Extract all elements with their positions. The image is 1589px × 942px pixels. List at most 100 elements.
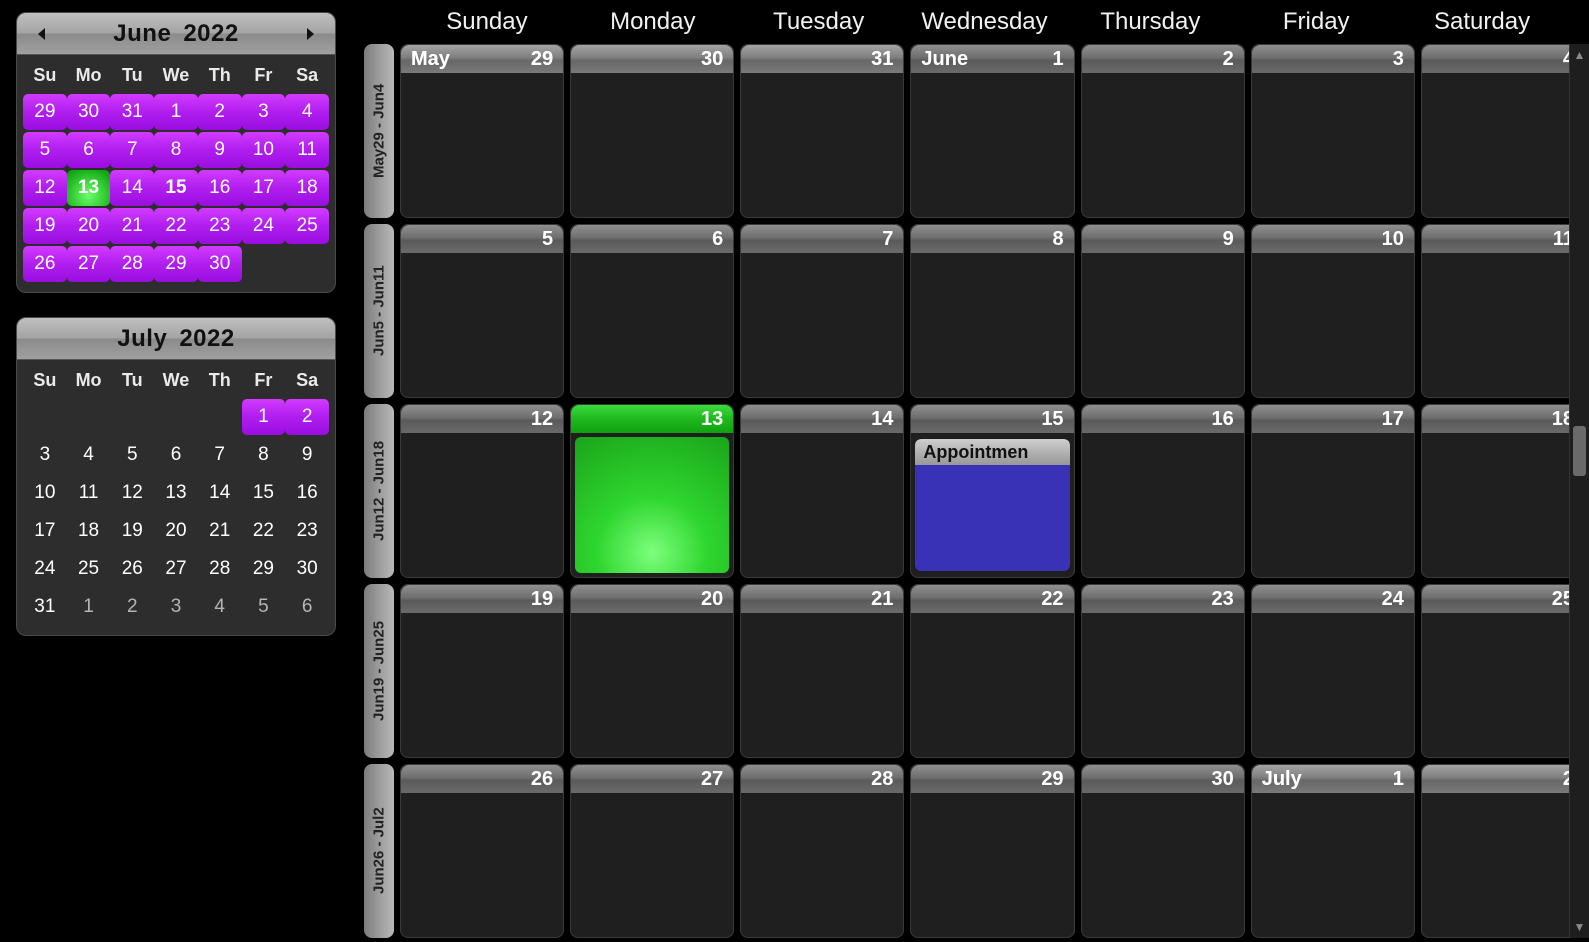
mini-day[interactable]: 4 bbox=[198, 589, 242, 625]
mini-day[interactable]: 13 bbox=[154, 475, 198, 511]
mini-day[interactable]: 8 bbox=[154, 132, 198, 168]
mini-day[interactable]: 6 bbox=[154, 437, 198, 473]
day-cell[interactable]: 27 bbox=[570, 764, 734, 938]
mini-day[interactable]: 30 bbox=[67, 94, 111, 130]
day-cell[interactable]: 11 bbox=[1421, 224, 1585, 398]
mini-day[interactable]: 28 bbox=[198, 551, 242, 587]
week-range-tab[interactable]: Jun5 - Jun11 bbox=[364, 224, 394, 398]
mini-day[interactable]: 10 bbox=[23, 475, 67, 511]
day-cell[interactable]: 15Appointmen bbox=[910, 404, 1074, 578]
next-month-button[interactable] bbox=[289, 13, 331, 54]
day-cell[interactable]: 2 bbox=[1081, 44, 1245, 218]
day-cell[interactable]: 25 bbox=[1421, 584, 1585, 758]
day-cell[interactable]: 22 bbox=[910, 584, 1074, 758]
day-cell[interactable]: 30 bbox=[1081, 764, 1245, 938]
day-cell[interactable]: 5 bbox=[400, 224, 564, 398]
mini-day[interactable]: 1 bbox=[154, 94, 198, 130]
week-range-tab[interactable]: May29 - Jun4 bbox=[364, 44, 394, 218]
mini-day[interactable]: 8 bbox=[242, 437, 286, 473]
mini-day[interactable]: 2 bbox=[198, 94, 242, 130]
mini-day[interactable]: 4 bbox=[285, 94, 329, 130]
day-cell[interactable]: June1 bbox=[910, 44, 1074, 218]
mini-day[interactable]: 24 bbox=[23, 551, 67, 587]
mini-day[interactable]: 26 bbox=[110, 551, 154, 587]
day-cell[interactable]: 21 bbox=[740, 584, 904, 758]
mini-day[interactable]: 19 bbox=[110, 513, 154, 549]
mini-day[interactable]: 1 bbox=[242, 399, 286, 435]
day-cell[interactable]: May29 bbox=[400, 44, 564, 218]
mini-day[interactable]: 20 bbox=[67, 208, 111, 244]
day-cell[interactable]: 17 bbox=[1251, 404, 1415, 578]
day-cell[interactable]: 12 bbox=[400, 404, 564, 578]
week-range-tab[interactable]: Jun19 - Jun25 bbox=[364, 584, 394, 758]
mini-day[interactable]: 21 bbox=[110, 208, 154, 244]
mini-day[interactable]: 5 bbox=[242, 589, 286, 625]
mini-day[interactable]: 9 bbox=[198, 132, 242, 168]
mini-day[interactable]: 14 bbox=[198, 475, 242, 511]
mini-day[interactable]: 2 bbox=[285, 399, 329, 435]
day-cell[interactable]: 2 bbox=[1421, 764, 1585, 938]
day-cell[interactable]: 7 bbox=[740, 224, 904, 398]
mini-day[interactable]: 16 bbox=[198, 170, 242, 206]
mini-day[interactable]: 12 bbox=[110, 475, 154, 511]
day-cell[interactable]: 6 bbox=[570, 224, 734, 398]
mini-day[interactable]: 15 bbox=[154, 170, 198, 206]
day-cell[interactable]: 8 bbox=[910, 224, 1074, 398]
day-cell[interactable]: 24 bbox=[1251, 584, 1415, 758]
week-range-tab[interactable]: Jun12 - Jun18 bbox=[364, 404, 394, 578]
mini-day[interactable]: 3 bbox=[242, 94, 286, 130]
day-cell[interactable]: 23 bbox=[1081, 584, 1245, 758]
mini-day[interactable]: 4 bbox=[67, 437, 111, 473]
mini-day[interactable]: 11 bbox=[67, 475, 111, 511]
mini-day[interactable]: 20 bbox=[154, 513, 198, 549]
vertical-scrollbar[interactable]: ▲▼ bbox=[1569, 44, 1589, 938]
mini-day[interactable]: 26 bbox=[23, 246, 67, 282]
mini-day[interactable]: 31 bbox=[110, 94, 154, 130]
mini-day[interactable]: 9 bbox=[285, 437, 329, 473]
mini-day[interactable]: 25 bbox=[67, 551, 111, 587]
mini-day[interactable]: 16 bbox=[285, 475, 329, 511]
mini-day[interactable]: 3 bbox=[154, 589, 198, 625]
appointment[interactable]: Appointmen bbox=[915, 439, 1069, 571]
day-cell[interactable]: 14 bbox=[740, 404, 904, 578]
day-cell[interactable]: 16 bbox=[1081, 404, 1245, 578]
day-cell[interactable]: 28 bbox=[740, 764, 904, 938]
mini-day[interactable]: 22 bbox=[154, 208, 198, 244]
scroll-track[interactable] bbox=[1570, 66, 1589, 916]
mini-day[interactable]: 5 bbox=[23, 132, 67, 168]
mini-day[interactable]: 25 bbox=[285, 208, 329, 244]
scroll-up-icon[interactable]: ▲ bbox=[1570, 44, 1589, 66]
mini-day[interactable]: 2 bbox=[110, 589, 154, 625]
mini-day[interactable]: 30 bbox=[198, 246, 242, 282]
scroll-thumb[interactable] bbox=[1573, 426, 1586, 476]
mini-day[interactable]: 14 bbox=[110, 170, 154, 206]
mini-day[interactable]: 18 bbox=[285, 170, 329, 206]
mini-day[interactable]: 6 bbox=[285, 589, 329, 625]
mini-day[interactable]: 18 bbox=[67, 513, 111, 549]
mini-day[interactable]: 15 bbox=[242, 475, 286, 511]
mini-day[interactable]: 22 bbox=[242, 513, 286, 549]
day-cell[interactable]: 19 bbox=[400, 584, 564, 758]
day-cell[interactable]: 3 bbox=[1251, 44, 1415, 218]
mini-day[interactable]: 5 bbox=[110, 437, 154, 473]
day-cell[interactable]: 4 bbox=[1421, 44, 1585, 218]
day-cell[interactable]: 26 bbox=[400, 764, 564, 938]
day-cell[interactable]: July1 bbox=[1251, 764, 1415, 938]
mini-day-today[interactable]: 13 bbox=[67, 170, 111, 206]
mini-day[interactable]: 27 bbox=[154, 551, 198, 587]
mini-day[interactable]: 19 bbox=[23, 208, 67, 244]
mini-day[interactable]: 23 bbox=[198, 208, 242, 244]
day-cell[interactable]: 20 bbox=[570, 584, 734, 758]
day-cell[interactable]: 9 bbox=[1081, 224, 1245, 398]
mini-day[interactable]: 17 bbox=[242, 170, 286, 206]
scroll-down-icon[interactable]: ▼ bbox=[1570, 916, 1589, 938]
mini-day[interactable]: 24 bbox=[242, 208, 286, 244]
day-cell-today[interactable]: 13 bbox=[570, 404, 734, 578]
day-cell[interactable]: 18 bbox=[1421, 404, 1585, 578]
mini-day[interactable]: 6 bbox=[67, 132, 111, 168]
week-range-tab[interactable]: Jun26 - Jul2 bbox=[364, 764, 394, 938]
mini-day[interactable]: 27 bbox=[67, 246, 111, 282]
day-cell[interactable]: 10 bbox=[1251, 224, 1415, 398]
day-cell[interactable]: 29 bbox=[910, 764, 1074, 938]
mini-day[interactable]: 29 bbox=[242, 551, 286, 587]
